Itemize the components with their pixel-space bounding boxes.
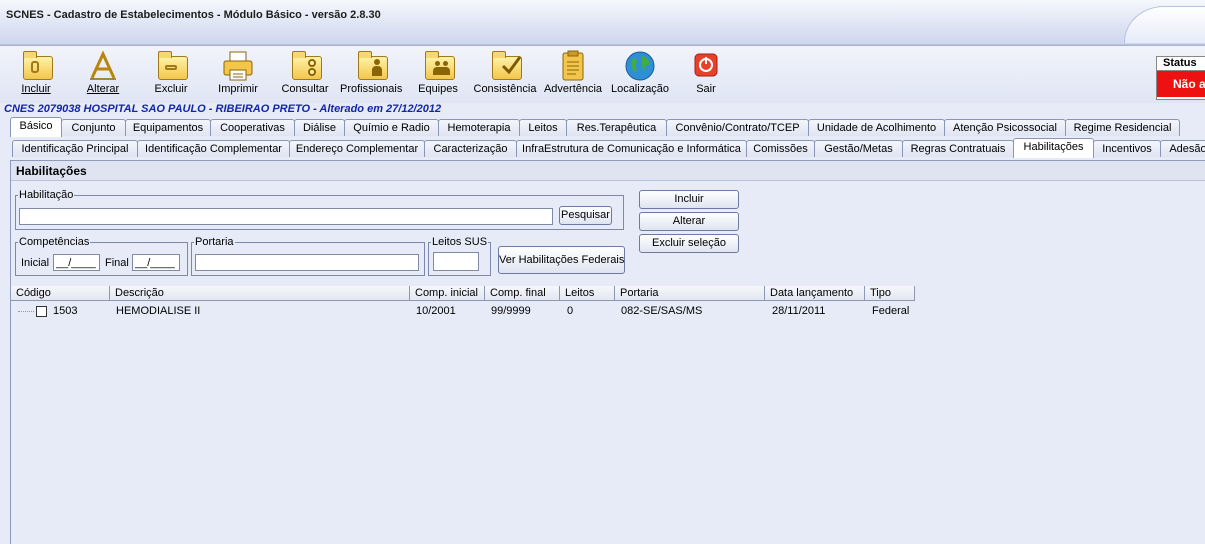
tab-identificacao-principal[interactable]: Identificação Principal bbox=[12, 140, 138, 157]
status-value: Não a bbox=[1157, 70, 1205, 97]
tab-regime-residencial[interactable]: Regime Residencial bbox=[1065, 119, 1180, 136]
tab-atencao-psicossocial[interactable]: Atenção Psicossocial bbox=[944, 119, 1066, 136]
team-folder-icon bbox=[421, 50, 455, 82]
tab-leitos[interactable]: Leitos bbox=[519, 119, 567, 136]
tree-connector bbox=[18, 311, 34, 312]
col-data-lancamento[interactable]: Data lançamento bbox=[765, 286, 865, 301]
tab-gestao-metas[interactable]: Gestão/Metas bbox=[814, 140, 903, 157]
localizacao-button[interactable]: Localização bbox=[609, 50, 671, 100]
status-label: Status bbox=[1163, 57, 1197, 69]
tab-incentivos[interactable]: Incentivos bbox=[1093, 140, 1161, 157]
habilitacao-input[interactable] bbox=[19, 208, 553, 225]
col-comp-inicial[interactable]: Comp. inicial bbox=[410, 286, 485, 301]
col-comp-final[interactable]: Comp. final bbox=[485, 286, 560, 301]
profissionais-button[interactable]: Profissionais bbox=[340, 50, 402, 100]
tab-convenio-contrato[interactable]: Convênio/Contrato/TCEP bbox=[666, 119, 809, 136]
tab-conjunto[interactable]: Conjunto bbox=[61, 119, 126, 136]
tab-endereco-complementar[interactable]: Endereço Complementar bbox=[289, 140, 425, 157]
tab-quimio-radio[interactable]: Químio e Radio bbox=[344, 119, 439, 136]
consultar-button[interactable]: Consultar bbox=[281, 50, 329, 100]
imprimir-button[interactable]: Imprimir bbox=[216, 50, 260, 100]
ver-habilitacoes-federais-button[interactable]: Ver Habilitações Federais bbox=[498, 246, 625, 274]
col-descricao[interactable]: Descrição bbox=[110, 286, 410, 301]
panel-title: Habilitações bbox=[11, 161, 1205, 181]
tab-habilitacoes[interactable]: Habilitações bbox=[1013, 138, 1094, 158]
binoculars-folder-icon bbox=[288, 50, 322, 82]
portaria-legend: Portaria bbox=[195, 236, 234, 248]
title-bar: SCNES - Cadastro de Estabelecimentos - M… bbox=[0, 0, 1205, 45]
tab-equipamentos[interactable]: Equipamentos bbox=[125, 119, 211, 136]
advertencia-button[interactable]: Advertência bbox=[542, 50, 604, 100]
table-row[interactable]: 1503 HEMODIALISE II 10/2001 99/9999 0 08… bbox=[11, 304, 931, 320]
check-folder-icon bbox=[488, 50, 522, 82]
pesquisar-button[interactable]: Pesquisar bbox=[559, 206, 612, 225]
cell-data-lancamento: 28/11/2011 bbox=[772, 305, 826, 317]
final-label: Final bbox=[105, 257, 129, 269]
consistencia-button[interactable]: Consistência bbox=[473, 50, 537, 100]
tab-unidade-acolhimento[interactable]: Unidade de Acolhimento bbox=[808, 119, 945, 136]
col-leitos[interactable]: Leitos bbox=[560, 286, 615, 301]
competencias-legend: Competências bbox=[19, 236, 90, 248]
globe-icon bbox=[623, 50, 657, 82]
cell-leitos: 0 bbox=[567, 305, 574, 317]
col-codigo[interactable]: Código bbox=[11, 286, 110, 301]
tab-dialise[interactable]: Diálise bbox=[294, 119, 345, 136]
clipboard-icon bbox=[556, 50, 590, 82]
cell-comp-inicial: 10/2001 bbox=[416, 305, 456, 317]
tab-comissoes[interactable]: Comissões bbox=[746, 140, 815, 157]
cell-codigo: 1503 bbox=[53, 305, 78, 317]
status-box: Status Não a bbox=[1156, 56, 1205, 100]
alter-icon bbox=[86, 50, 120, 82]
cell-descricao: HEMODIALISE II bbox=[116, 305, 201, 317]
excluir-selecao-button[interactable]: Excluir seleção bbox=[639, 234, 739, 253]
alterar-button[interactable]: Alterar bbox=[82, 50, 124, 100]
portaria-input[interactable] bbox=[195, 254, 419, 271]
window-title: SCNES - Cadastro de Estabelecimentos - M… bbox=[6, 9, 381, 21]
title-decoration bbox=[1124, 6, 1205, 43]
power-icon bbox=[689, 50, 723, 82]
incluir-button[interactable]: Incluir bbox=[16, 50, 56, 100]
folder-include-icon bbox=[19, 50, 53, 82]
col-portaria[interactable]: Portaria bbox=[615, 286, 765, 301]
cell-comp-final: 99/9999 bbox=[491, 305, 531, 317]
leitos-sus-input[interactable] bbox=[433, 252, 479, 271]
cell-portaria: 082-SE/SAS/MS bbox=[621, 305, 703, 317]
printer-icon bbox=[221, 50, 255, 82]
excluir-button[interactable]: Excluir bbox=[150, 50, 192, 100]
tab-regras-contratuais[interactable]: Regras Contratuais bbox=[902, 140, 1014, 157]
tab-basico[interactable]: Básico bbox=[10, 117, 62, 137]
tab-identificacao-complementar[interactable]: Identificação Complementar bbox=[137, 140, 290, 157]
cell-tipo: Federal bbox=[872, 305, 910, 317]
establishment-info: CNES 2079038 HOSPITAL SAO PAULO - RIBEIR… bbox=[4, 103, 442, 115]
competencia-final-input[interactable] bbox=[132, 254, 180, 271]
inicial-label: Inicial bbox=[21, 257, 50, 269]
folder-delete-icon bbox=[154, 50, 188, 82]
tab-res-terapeutica[interactable]: Res.Terapêutica bbox=[566, 119, 667, 136]
main-tab-row: Básico Conjunto Equipamentos Cooperativa… bbox=[0, 117, 1205, 137]
habilitacao-legend: Habilitação bbox=[19, 189, 74, 201]
col-tipo[interactable]: Tipo bbox=[865, 286, 915, 301]
tab-caracterizacao[interactable]: Caracterização bbox=[424, 140, 517, 157]
sub-tab-row: Identificação Principal Identificação Co… bbox=[0, 138, 1205, 158]
competencia-inicial-input[interactable] bbox=[53, 254, 100, 271]
leitos-sus-legend: Leitos SUS bbox=[432, 236, 488, 248]
alterar-habilitacao-button[interactable]: Alterar bbox=[639, 212, 739, 231]
toolbar: Incluir Alterar Excluir Imprimir Consult… bbox=[0, 45, 1205, 103]
tab-hemoterapia[interactable]: Hemoterapia bbox=[438, 119, 520, 136]
row-checkbox[interactable] bbox=[36, 306, 47, 317]
tab-infraestrutura[interactable]: InfraEstrutura de Comunicação e Informát… bbox=[516, 140, 747, 157]
professionals-folder-icon bbox=[354, 50, 388, 82]
sair-button[interactable]: Sair bbox=[688, 50, 724, 100]
incluir-habilitacao-button[interactable]: Incluir bbox=[639, 190, 739, 209]
equipes-button[interactable]: Equipes bbox=[416, 50, 460, 100]
tab-cooperativas[interactable]: Cooperativas bbox=[210, 119, 295, 136]
tab-adesao[interactable]: Adesão bbox=[1160, 140, 1205, 157]
